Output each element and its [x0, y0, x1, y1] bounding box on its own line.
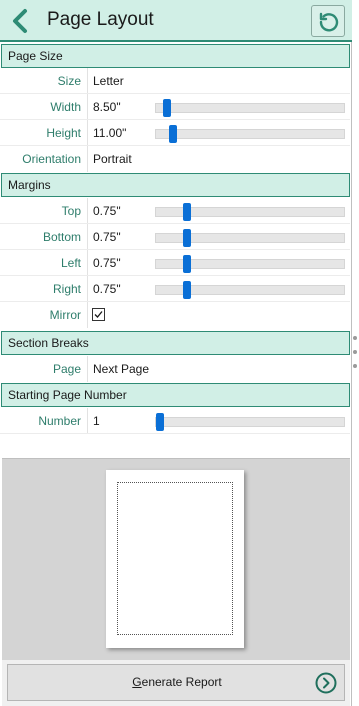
page-margin-outline [117, 482, 233, 635]
generate-report-button[interactable]: Generate Report [7, 664, 345, 701]
top-label: Top [61, 204, 81, 218]
resize-grip[interactable] [352, 334, 359, 374]
section-header-section-breaks: Section Breaks [1, 331, 350, 355]
number-label: Number [38, 414, 81, 428]
top-slider[interactable] [155, 203, 345, 221]
row-margin-left: Left 0.75" [0, 250, 350, 276]
row-mirror: Mirror [0, 302, 350, 328]
page-title: Page Layout [47, 9, 154, 30]
page-break-value[interactable]: Next Page [87, 356, 349, 382]
size-label: Size [57, 74, 81, 88]
page-preview-area [2, 458, 350, 660]
width-slider[interactable] [155, 99, 345, 117]
row-margin-bottom: Bottom 0.75" [0, 224, 350, 250]
page-label: Page [52, 362, 81, 376]
slider-thumb[interactable] [169, 125, 177, 143]
row-height: Height 11.00" [0, 120, 350, 146]
row-margin-top: Top 0.75" [0, 198, 350, 224]
chevron-left-icon [13, 9, 27, 33]
left-slider[interactable] [155, 255, 345, 273]
row-orientation: Orientation Portrait [0, 146, 350, 172]
page-preview [106, 470, 244, 648]
circle-chevron-right-icon [315, 672, 337, 694]
section-header-page-size: Page Size [1, 44, 350, 68]
reset-icon [319, 12, 339, 32]
slider-thumb[interactable] [156, 413, 164, 431]
size-value[interactable]: Letter [87, 68, 349, 94]
slider-thumb[interactable] [163, 99, 171, 117]
mirror-cell [87, 302, 349, 328]
row-size: Size Letter [0, 68, 350, 94]
settings-list: Page Size Size Letter Width 8.50" Height… [0, 42, 352, 458]
grip-dot [353, 350, 357, 354]
back-button[interactable] [6, 6, 36, 36]
grip-dot [353, 336, 357, 340]
section-header-starting-page-number: Starting Page Number [1, 383, 350, 407]
left-label: Left [60, 256, 81, 270]
slider-thumb[interactable] [183, 255, 191, 273]
mirror-label: Mirror [49, 308, 81, 322]
height-label: Height [46, 126, 81, 140]
height-slider[interactable] [155, 125, 345, 143]
grip-dot [353, 364, 357, 368]
row-width: Width 8.50" [0, 94, 350, 120]
reset-button[interactable] [311, 5, 345, 37]
right-label: Right [52, 282, 81, 296]
checkmark-icon [94, 311, 103, 318]
slider-thumb[interactable] [183, 229, 191, 247]
row-divider [0, 433, 350, 434]
slider-thumb[interactable] [183, 281, 191, 299]
row-number: Number 1 [0, 408, 350, 434]
slider-thumb[interactable] [183, 203, 191, 221]
page-layout-panel: Page Layout Page Size Size Letter Width … [0, 0, 352, 706]
number-slider[interactable] [155, 413, 345, 431]
generate-report-label: Generate Report [132, 675, 222, 689]
row-page-break: Page Next Page [0, 356, 350, 382]
mirror-checkbox[interactable] [92, 308, 105, 321]
width-label: Width [50, 100, 81, 114]
footer: Generate Report [2, 660, 350, 706]
section-header-margins: Margins [1, 173, 350, 197]
right-slider[interactable] [155, 281, 345, 299]
panel-header: Page Layout [0, 0, 352, 42]
row-margin-right: Right 0.75" [0, 276, 350, 302]
bottom-label: Bottom [42, 230, 81, 244]
orientation-value[interactable]: Portrait [87, 146, 349, 172]
bottom-slider[interactable] [155, 229, 345, 247]
orientation-label: Orientation [22, 152, 81, 166]
